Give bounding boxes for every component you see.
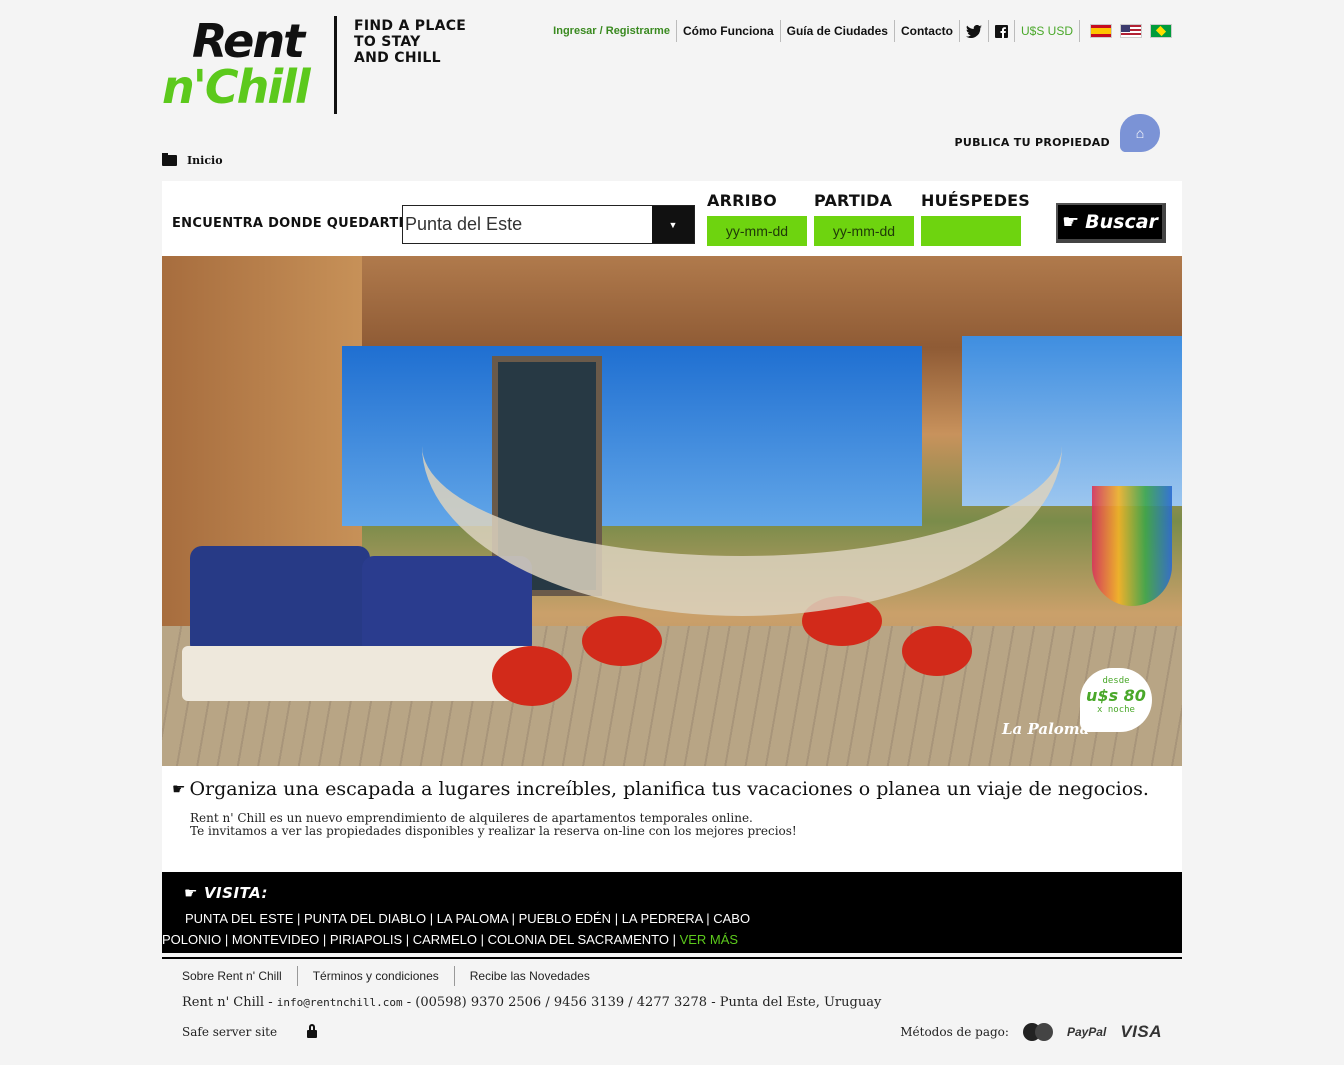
contact-info: Rent n' Chill - info@rentnchill.com - (0…: [182, 995, 881, 1010]
breadcrumb-home-link[interactable]: Inicio: [187, 154, 223, 167]
usa-flag-icon[interactable]: [1120, 24, 1142, 38]
pointing-hand-icon: ☛: [1062, 211, 1080, 233]
logo-chill-text: n'Chill: [162, 60, 311, 114]
safe-server-label: Safe server site: [182, 1025, 278, 1039]
pointing-hand-icon: ☛: [184, 884, 198, 902]
page: Rent n'Chill FIND A PLACE TO STAY AND CH…: [162, 0, 1182, 1065]
hero-pouf: [492, 646, 572, 706]
arrival-field-group: ARRIBO yy-mm-dd: [707, 191, 807, 246]
departure-label: PARTIDA: [814, 191, 893, 210]
contact-details: - (00598) 9370 2506 / 9456 3139 / 4277 3…: [402, 995, 882, 1010]
city-link[interactable]: CARMELO: [413, 932, 477, 947]
search-bar: ENCUENTRA DONDE QUEDARTE Punta del Este …: [162, 181, 1182, 256]
city-link[interactable]: COLONIA DEL SACRAMENTO: [488, 932, 669, 947]
search-label: ENCUENTRA DONDE QUEDARTE: [172, 216, 408, 231]
guests-field-group: HUÉSPEDES: [921, 191, 1031, 246]
hero-hammock-small: [1092, 486, 1172, 606]
payment-methods: Métodos de pago: PayPal VISA: [900, 1022, 1162, 1042]
spain-flag-icon[interactable]: [1090, 24, 1112, 38]
search-button-label: Buscar: [1085, 211, 1158, 233]
paypal-icon: PayPal: [1066, 1025, 1107, 1039]
tagline: FIND A PLACE TO STAY AND CHILL: [354, 18, 467, 66]
price-value: u$s 80: [1086, 686, 1146, 705]
pointing-hand-icon: ☛: [172, 780, 186, 798]
intro-section: ☛ Organiza una escapada a lugares increí…: [162, 766, 1182, 872]
hero-pouf: [902, 626, 972, 676]
chevron-down-icon[interactable]: ▼: [652, 206, 694, 243]
email-link[interactable]: info@rentnchill.com: [277, 996, 403, 1009]
hero-hammock: [422, 276, 1062, 616]
about-link[interactable]: Sobre Rent n' Chill: [182, 966, 297, 986]
contact-prefix: Rent n' Chill -: [182, 995, 277, 1010]
guests-input[interactable]: [921, 216, 1021, 246]
hero-cushion: [362, 556, 532, 656]
twitter-icon[interactable]: [958, 20, 988, 42]
facebook-icon[interactable]: [987, 20, 1014, 42]
hero-pouf: [582, 616, 662, 666]
city-select-value: Punta del Este: [405, 214, 523, 234]
city-select[interactable]: Punta del Este ▼: [402, 205, 695, 244]
breadcrumb: Inicio: [162, 153, 223, 167]
mastercard-icon: [1022, 1023, 1053, 1041]
city-link[interactable]: PIRIAPOLIS: [330, 932, 402, 947]
city-guide-link[interactable]: Guía de Ciudades: [779, 20, 894, 42]
payment-methods-label: Métodos de pago:: [900, 1025, 1009, 1039]
footer-nav: Sobre Rent n' Chill Términos y condicion…: [182, 966, 605, 986]
brazil-flag-icon[interactable]: [1150, 24, 1172, 38]
city-link[interactable]: PUNTA DEL ESTE: [185, 911, 293, 926]
hero-image: desde u$s 80 x noche La Paloma: [162, 256, 1182, 766]
folder-icon: [162, 153, 177, 166]
intro-body: Rent n' Chill es un nuevo emprendimiento…: [190, 812, 797, 838]
intro-line: Te invitamos a ver las propiedades dispo…: [190, 824, 797, 838]
city-link[interactable]: MONTEVIDEO: [232, 932, 319, 947]
city-link[interactable]: PUEBLO EDÉN: [519, 911, 611, 926]
safe-server: Safe server site: [182, 1024, 318, 1039]
language-flags: [1079, 20, 1182, 42]
price-unit: x noche: [1097, 705, 1135, 715]
footer-divider: [162, 957, 1182, 959]
guests-label: HUÉSPEDES: [921, 191, 1031, 210]
top-nav: Ingresar / Registrarme Cómo Funciona Guí…: [547, 20, 1182, 42]
publish-property-link[interactable]: PUBLICA TU PROPIEDAD ⌂: [954, 114, 1160, 152]
newsletter-link[interactable]: Recibe las Novedades: [453, 966, 605, 986]
terms-link[interactable]: Términos y condiciones: [296, 966, 454, 986]
contact-link[interactable]: Contacto: [893, 20, 959, 42]
arrival-label: ARRIBO: [707, 191, 777, 210]
visit-title-text: VISITA:: [203, 884, 268, 902]
search-button[interactable]: ☛ Buscar: [1056, 203, 1166, 243]
lock-icon: [307, 1024, 318, 1038]
visa-icon: VISA: [1120, 1022, 1162, 1041]
logo[interactable]: Rent n'Chill: [162, 14, 342, 116]
price-bubble[interactable]: desde u$s 80 x noche: [1080, 668, 1152, 732]
departure-date-input[interactable]: yy-mm-dd: [814, 216, 914, 246]
city-link[interactable]: PUNTA DEL DIABLO: [304, 911, 426, 926]
home-icon: ⌂: [1120, 114, 1160, 152]
hero-mattress: [182, 646, 542, 701]
city-link[interactable]: LA PEDRERA: [622, 911, 703, 926]
city-link[interactable]: LA PALOMA: [437, 911, 508, 926]
arrival-date-input[interactable]: yy-mm-dd: [707, 216, 807, 246]
place-caption: La Paloma: [1002, 720, 1090, 738]
currency-selector[interactable]: U$S USD: [1013, 20, 1079, 42]
intro-heading: ☛ Organiza una escapada a lugares increí…: [172, 778, 1149, 800]
intro-heading-text: Organiza una escapada a lugares increíbl…: [189, 778, 1149, 800]
publish-property-label: PUBLICA TU PROPIEDAD: [954, 136, 1110, 149]
hero-cushion: [190, 546, 370, 656]
city-links: PUNTA DEL ESTE | PUNTA DEL DIABLO | LA P…: [162, 911, 751, 947]
departure-field-group: PARTIDA yy-mm-dd: [814, 191, 914, 246]
see-more-link[interactable]: VER MÁS: [680, 932, 739, 947]
how-it-works-link[interactable]: Cómo Funciona: [675, 20, 780, 42]
login-link[interactable]: Ingresar / Registrarme: [547, 20, 676, 42]
visit-title: ☛ VISITA:: [184, 884, 268, 902]
visit-section: ☛ VISITA: PUNTA DEL ESTE | PUNTA DEL DIA…: [162, 872, 1182, 953]
logo-divider: [334, 16, 337, 114]
